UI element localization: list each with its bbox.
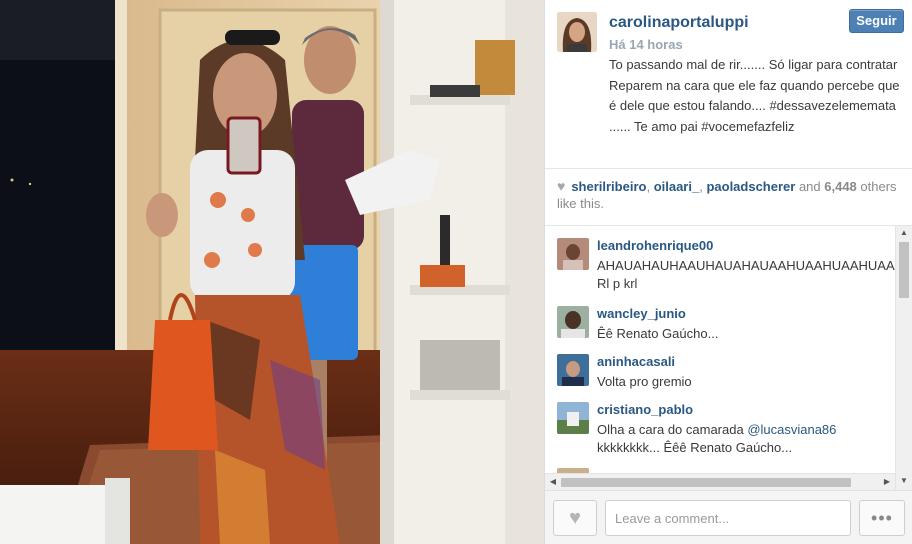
- comment-avatar-image: [557, 402, 589, 434]
- comments-horizontal-scrollbar[interactable]: ◀ ▶: [545, 473, 895, 490]
- heart-icon: ♥: [557, 178, 566, 194]
- comment-text: AHAUAHAUHAAUHAUAHAUAAHUAAHUAAHUAAHUAAHUA…: [597, 257, 897, 293]
- comment-text-line: AHAUAHAUHAAUHAUAHAUAAHUAAHUAAHUAAHUAAHUA…: [597, 258, 897, 273]
- comment-avatar[interactable]: [557, 402, 589, 434]
- divider: [545, 168, 912, 169]
- more-options-button[interactable]: •••: [859, 500, 905, 536]
- comment-username[interactable]: aninhacasali: [597, 354, 675, 369]
- comment-text-line: Rl p krl: [597, 276, 638, 291]
- comment-text: Olha a cara do camarada @lucasviana86 kk…: [597, 421, 897, 457]
- comment-item: cristiano_pablo Olha a cara do camarada …: [557, 402, 893, 456]
- comment-avatar-image: [557, 238, 589, 270]
- comment-text-line: kkkkkkkk... Êêê Renato Gaúcho...: [597, 440, 793, 455]
- likes-count[interactable]: 6,448: [824, 179, 857, 194]
- comment-mention[interactable]: @lucasviana86: [747, 422, 836, 437]
- comment-username[interactable]: wancley_junio: [597, 306, 686, 321]
- scroll-right-arrow-icon[interactable]: ▶: [879, 474, 895, 490]
- scroll-down-arrow-icon[interactable]: ▼: [896, 474, 912, 488]
- scrollbar-thumb[interactable]: [561, 478, 851, 487]
- comment-text-line: Olha a cara do camarada @lucasviana86: [597, 421, 897, 439]
- post-username[interactable]: carolinaportaluppi: [609, 14, 749, 32]
- post-panel: carolinaportaluppi Há 14 horas Seguir To…: [544, 0, 912, 544]
- comment-avatar[interactable]: [557, 306, 589, 338]
- comment-footer: ♥ •••: [545, 490, 912, 544]
- scroll-up-arrow-icon[interactable]: ▲: [896, 226, 912, 240]
- heart-icon: ♥: [569, 507, 581, 529]
- comment-item: wancley_junio Êê Renato Gaúcho...: [557, 306, 893, 346]
- likes-and: and: [795, 179, 825, 194]
- comment-item: aninhacasali Volta pro gremio: [557, 354, 893, 394]
- post-header: carolinaportaluppi Há 14 horas Seguir To…: [545, 0, 912, 168]
- comment-username[interactable]: leandrohenrique00: [597, 238, 713, 253]
- comment-avatar-image: [557, 306, 589, 338]
- like-user-3[interactable]: paoladscherer: [706, 179, 795, 194]
- scrollbar-thumb[interactable]: [899, 242, 909, 298]
- likes-summary: ♥ sherilribeiro, oilaari_, paoladscherer …: [557, 178, 903, 212]
- photo-illustration: [0, 0, 544, 544]
- likes-separator: ,: [646, 179, 654, 194]
- comment-text: Volta pro gremio: [597, 374, 692, 389]
- like-button[interactable]: ♥: [553, 500, 597, 536]
- comment-avatar[interactable]: [557, 354, 589, 386]
- like-user-1[interactable]: sherilribeiro: [571, 179, 646, 194]
- comment-avatar[interactable]: [557, 238, 589, 270]
- comments-vertical-scrollbar[interactable]: ▲ ▼: [895, 226, 912, 490]
- comments-list[interactable]: leandrohenrique00 AHAUAHAUHAAUHAUAHAUAAH…: [545, 226, 912, 490]
- avatar-image: [557, 12, 597, 52]
- avatar[interactable]: [557, 12, 597, 52]
- follow-button[interactable]: Seguir: [849, 9, 904, 33]
- comment-text: Êê Renato Gaúcho...: [597, 326, 719, 341]
- scroll-left-arrow-icon[interactable]: ◀: [545, 474, 561, 490]
- comment-username[interactable]: cristiano_pablo: [597, 402, 693, 417]
- comment-item: leandrohenrique00 AHAUAHAUHAAUHAUAHAUAAH…: [557, 238, 897, 292]
- comment-avatar-image: [557, 354, 589, 386]
- post-photo[interactable]: [0, 0, 544, 544]
- post-caption: To passando mal de rir....... Só ligar p…: [609, 57, 900, 134]
- comment-input[interactable]: [605, 500, 851, 536]
- post-time: Há 14 horas: [609, 37, 683, 52]
- like-user-2[interactable]: oilaari_: [654, 179, 700, 194]
- comment-text-part: Olha a cara do camarada: [597, 422, 748, 437]
